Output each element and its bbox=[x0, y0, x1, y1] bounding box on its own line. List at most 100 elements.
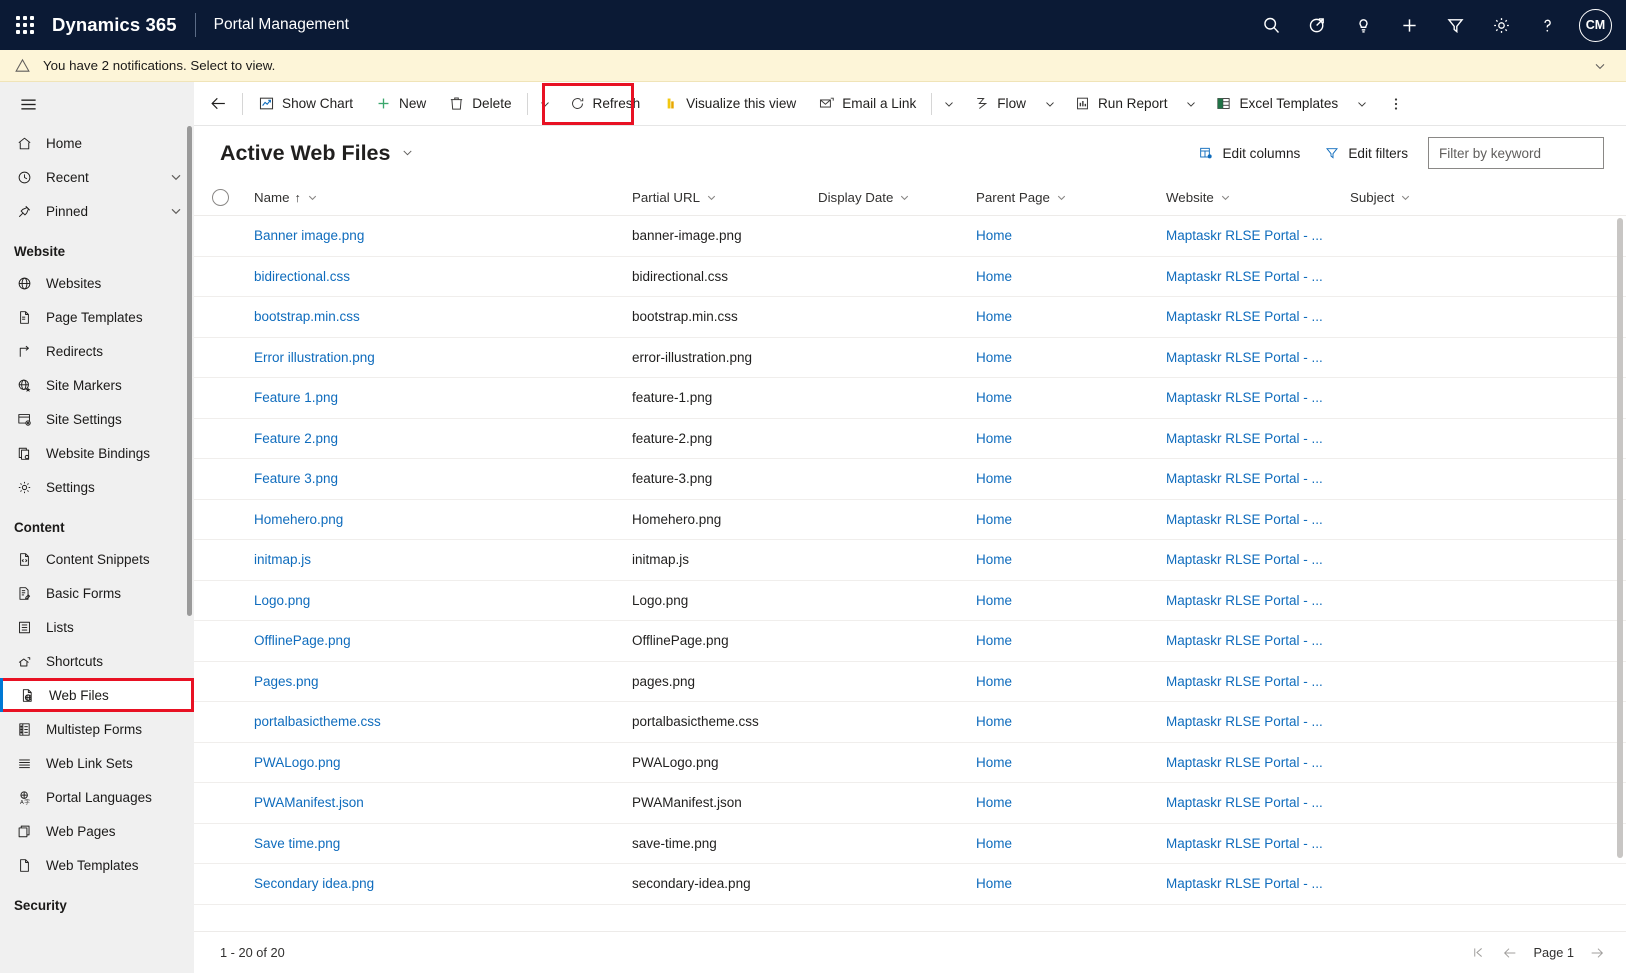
sidebar-scrollbar[interactable] bbox=[187, 126, 192, 616]
cell-parent-page[interactable]: Home bbox=[976, 512, 1166, 527]
table-row[interactable]: Homehero.png Homehero.png Home Maptaskr RLS… bbox=[194, 500, 1626, 540]
cell-parent-page[interactable]: Home bbox=[976, 674, 1166, 689]
sidebar-item-recent[interactable]: Recent bbox=[0, 160, 194, 194]
grid-vertical-scrollbar[interactable] bbox=[1617, 218, 1623, 858]
cell-website[interactable]: Maptaskr RLSE Portal - ... bbox=[1166, 795, 1350, 810]
column-header-subject[interactable]: Subject bbox=[1350, 190, 1626, 205]
sidebar-item-shortcuts[interactable]: Shortcuts bbox=[0, 644, 194, 678]
lightbulb-icon[interactable] bbox=[1341, 3, 1385, 47]
cell-name[interactable]: Banner image.png bbox=[254, 228, 632, 243]
column-header-name[interactable]: Name ↑ bbox=[254, 190, 632, 205]
table-row[interactable]: PWAManifest.json PWAManifest.json Home Mapt… bbox=[194, 783, 1626, 824]
notification-bar[interactable]: You have 2 notifications. Select to view… bbox=[0, 50, 1626, 82]
new-button[interactable]: New bbox=[364, 84, 437, 124]
cell-name[interactable]: Pages.png bbox=[254, 674, 632, 689]
chevron-down-icon[interactable] bbox=[168, 203, 184, 219]
delete-button[interactable]: Delete bbox=[437, 84, 522, 124]
sidebar-item-content-snippets[interactable]: Content Snippets bbox=[0, 542, 194, 576]
excel-templates-button[interactable]: Excel Templates bbox=[1204, 84, 1349, 124]
sidebar-item-home[interactable]: Home bbox=[0, 126, 194, 160]
sidebar-item-web-link-sets[interactable]: Web Link Sets bbox=[0, 746, 194, 780]
sidebar-item-web-pages[interactable]: Web Pages bbox=[0, 814, 194, 848]
flow-button[interactable]: Flow bbox=[962, 84, 1037, 124]
table-row[interactable]: bidirectional.css bidirectional.css Home Ma… bbox=[194, 257, 1626, 297]
cell-parent-page[interactable]: Home bbox=[976, 471, 1166, 486]
cell-name[interactable]: Logo.png bbox=[254, 593, 632, 608]
search-input[interactable] bbox=[1439, 145, 1593, 161]
cell-website[interactable]: Maptaskr RLSE Portal - ... bbox=[1166, 390, 1350, 405]
sidebar-item-settings[interactable]: Settings bbox=[0, 470, 194, 504]
cell-name[interactable]: PWALogo.png bbox=[254, 755, 632, 770]
cell-name[interactable]: bidirectional.css bbox=[254, 269, 632, 284]
chevron-down-icon[interactable] bbox=[168, 169, 184, 185]
cell-name[interactable]: Feature 1.png bbox=[254, 390, 632, 405]
view-selector-chevron-down-icon[interactable] bbox=[400, 145, 416, 161]
table-row[interactable]: Save time.png save-time.png Home Maptaskr R… bbox=[194, 824, 1626, 864]
cell-parent-page[interactable]: Home bbox=[976, 552, 1166, 567]
delete-chevron-down-icon[interactable] bbox=[532, 84, 558, 124]
cell-parent-page[interactable]: Home bbox=[976, 593, 1166, 608]
cell-name[interactable]: Feature 3.png bbox=[254, 471, 632, 486]
cell-name[interactable]: Save time.png bbox=[254, 836, 632, 851]
cell-name[interactable]: OfflinePage.png bbox=[254, 633, 632, 648]
table-row[interactable]: Pages.png pages.png Home Maptaskr RLSE Port… bbox=[194, 662, 1626, 702]
table-row[interactable]: Feature 1.png feature-1.png Home Maptaskr R… bbox=[194, 378, 1626, 419]
sidebar-item-page-templates[interactable]: Page Templates bbox=[0, 300, 194, 334]
filter-icon[interactable] bbox=[1433, 3, 1477, 47]
cell-parent-page[interactable]: Home bbox=[976, 431, 1166, 446]
table-row[interactable]: Feature 3.png feature-3.png Home Maptaskr R… bbox=[194, 459, 1626, 500]
cell-website[interactable]: Maptaskr RLSE Portal - ... bbox=[1166, 755, 1350, 770]
sidebar-item-redirects[interactable]: Redirects bbox=[0, 334, 194, 368]
sidebar-item-web-files[interactable]: Web Files bbox=[0, 678, 194, 712]
edit-filters-button[interactable]: Edit filters bbox=[1314, 137, 1418, 169]
run-report-button[interactable]: Run Report bbox=[1063, 84, 1179, 124]
quick-create-icon[interactable] bbox=[1387, 3, 1431, 47]
sidebar-item-websites[interactable]: Websites bbox=[0, 266, 194, 300]
table-row[interactable]: Feature 2.png feature-2.png Home Maptaskr R… bbox=[194, 419, 1626, 459]
cell-parent-page[interactable]: Home bbox=[976, 390, 1166, 405]
sidebar-item-pinned[interactable]: Pinned bbox=[0, 194, 194, 228]
visualize-this-view-button[interactable]: Visualize this view bbox=[651, 84, 807, 124]
refresh-button[interactable]: Refresh bbox=[558, 84, 652, 124]
gear-icon[interactable] bbox=[1479, 3, 1523, 47]
sidebar-item-site-settings[interactable]: Site Settings bbox=[0, 402, 194, 436]
diagnostics-icon[interactable] bbox=[1295, 3, 1339, 47]
cell-website[interactable]: Maptaskr RLSE Portal - ... bbox=[1166, 269, 1350, 284]
cell-parent-page[interactable]: Home bbox=[976, 836, 1166, 851]
select-all-checkbox[interactable] bbox=[212, 189, 229, 206]
table-row[interactable]: Logo.png Logo.png Home Maptaskr RLSE Portal… bbox=[194, 581, 1626, 621]
cell-website[interactable]: Maptaskr RLSE Portal - ... bbox=[1166, 674, 1350, 689]
cell-parent-page[interactable]: Home bbox=[976, 350, 1166, 365]
cell-website[interactable]: Maptaskr RLSE Portal - ... bbox=[1166, 876, 1350, 891]
table-row[interactable]: PWALogo.png PWALogo.png Home Maptaskr RLSE … bbox=[194, 743, 1626, 783]
cell-website[interactable]: Maptaskr RLSE Portal - ... bbox=[1166, 228, 1350, 243]
cell-name[interactable]: Secondary idea.png bbox=[254, 876, 632, 891]
avatar[interactable]: CM bbox=[1579, 8, 1612, 42]
table-row[interactable]: OfflinePage.png OfflinePage.png Home Maptas… bbox=[194, 621, 1626, 662]
cell-name[interactable]: PWAManifest.json bbox=[254, 795, 632, 810]
sidebar-item-site-markers[interactable]: Site Markers bbox=[0, 368, 194, 402]
sidebar-item-portal-languages[interactable]: A 字 Portal Languages bbox=[0, 780, 194, 814]
email-a-link-button[interactable]: Email a Link bbox=[807, 84, 927, 124]
more-commands-icon[interactable] bbox=[1379, 84, 1413, 124]
table-row[interactable]: Banner image.png banner-image.png Home Mapt… bbox=[194, 216, 1626, 257]
search-filter-box[interactable] bbox=[1428, 137, 1604, 169]
flow-chevron-down-icon[interactable] bbox=[1037, 84, 1063, 124]
sidebar-item-lists[interactable]: Lists bbox=[0, 610, 194, 644]
sidebar-item-web-templates[interactable]: Web Templates bbox=[0, 848, 194, 882]
cell-website[interactable]: Maptaskr RLSE Portal - ... bbox=[1166, 633, 1350, 648]
first-page-icon[interactable] bbox=[1469, 944, 1487, 962]
search-icon[interactable] bbox=[1249, 3, 1293, 47]
cell-name[interactable]: Feature 2.png bbox=[254, 431, 632, 446]
table-row[interactable]: Secondary idea.png secondary-idea.png Home… bbox=[194, 864, 1626, 905]
table-row[interactable]: Error illustration.png error-illustration… bbox=[194, 338, 1626, 378]
select-all-cell[interactable] bbox=[212, 189, 254, 206]
cell-name[interactable]: Error illustration.png bbox=[254, 350, 632, 365]
hamburger-menu-icon[interactable] bbox=[4, 82, 52, 126]
sidebar-item-multistep-forms[interactable]: Multistep Forms bbox=[0, 712, 194, 746]
cell-parent-page[interactable]: Home bbox=[976, 755, 1166, 770]
next-page-icon[interactable] bbox=[1588, 944, 1606, 962]
table-row[interactable]: initmap.js initmap.js Home Maptaskr RLSE Po… bbox=[194, 540, 1626, 581]
back-arrow-icon[interactable] bbox=[198, 84, 238, 124]
cell-website[interactable]: Maptaskr RLSE Portal - ... bbox=[1166, 593, 1350, 608]
